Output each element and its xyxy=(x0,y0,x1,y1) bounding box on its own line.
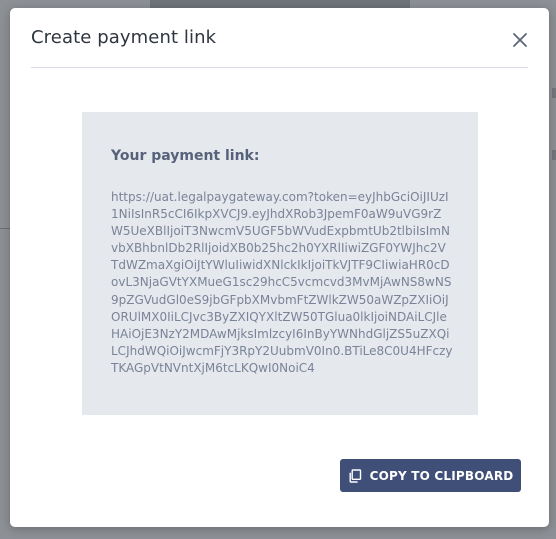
dialog-title: Create payment link xyxy=(31,27,217,48)
background-fragment xyxy=(552,150,556,160)
copy-icon xyxy=(349,468,361,483)
copy-to-clipboard-button[interactable]: COPY TO CLIPBOARD xyxy=(340,459,521,492)
payment-link-heading: Your payment link: xyxy=(111,148,260,164)
close-button[interactable] xyxy=(509,29,531,51)
payment-link-url: https://uat.legalpaygateway.com?token=ey… xyxy=(111,190,453,375)
copy-button-label: COPY TO CLIPBOARD xyxy=(369,468,514,483)
header-divider xyxy=(31,67,528,68)
background-fragment xyxy=(552,88,556,98)
payment-link-panel: Your payment link: https://uat.legalpayg… xyxy=(82,112,478,415)
create-payment-link-dialog: Create payment link Your payment link: h… xyxy=(10,8,549,527)
close-icon xyxy=(513,33,527,47)
background-header-strip xyxy=(150,0,410,8)
